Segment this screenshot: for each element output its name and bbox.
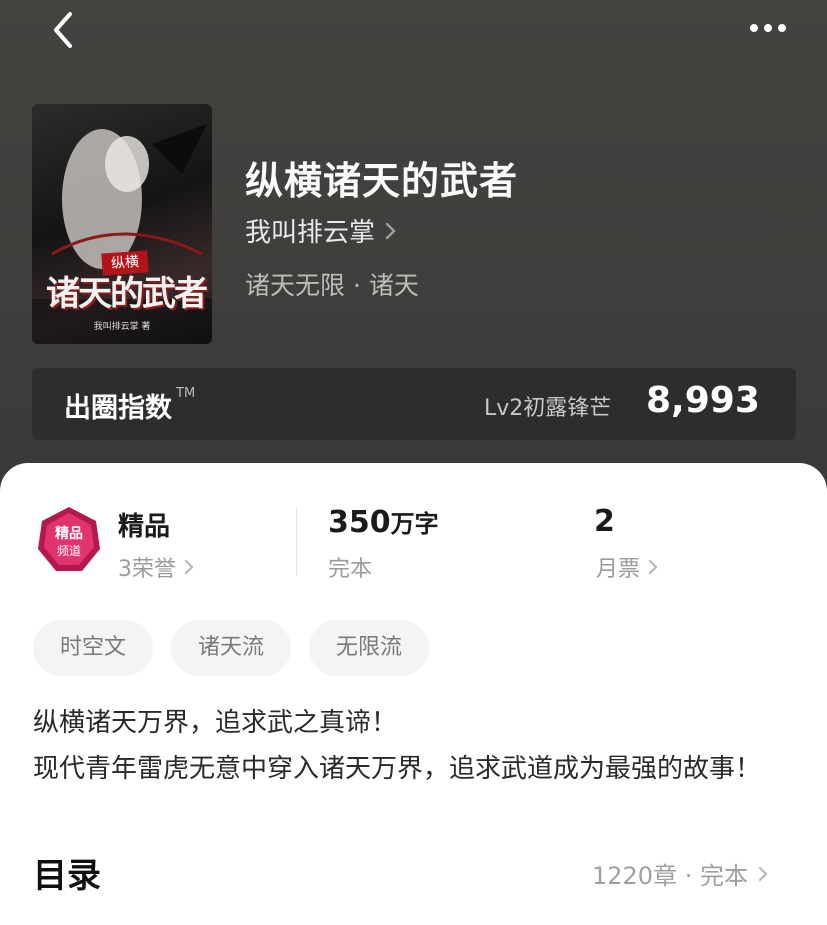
chevron-right-icon (648, 559, 658, 575)
back-button[interactable] (44, 8, 84, 52)
index-level: Lv2初露锋芒 (484, 396, 612, 421)
premium-badge-icon[interactable]: 精品 频道 (34, 505, 104, 575)
cover-title-art: 诸天的武者 (46, 274, 208, 314)
svg-text:频道: 频道 (57, 544, 81, 558)
more-dots-icon (750, 24, 786, 32)
tag-chip[interactable]: 诸天流 (171, 620, 291, 676)
word-count: 350万字 (328, 505, 439, 540)
word-count-unit: 万字 (390, 510, 439, 538)
chevron-left-icon (54, 12, 72, 48)
more-button[interactable] (744, 10, 792, 46)
stat-divider (296, 508, 297, 576)
honors-link[interactable]: 3荣誉 (118, 551, 194, 583)
completion-status: 完本 (328, 557, 373, 582)
chevron-right-icon (385, 222, 396, 239)
genre-label: 诸天无限 · 诸天 (245, 271, 419, 300)
chevron-right-icon (184, 559, 194, 575)
intro-line: 现代青年雷虎无意中穿入诸天万界，追求武道成为最强的故事！ (33, 754, 762, 784)
monthly-ticket-link[interactable]: 月票 (596, 551, 658, 583)
chevron-right-icon (745, 394, 757, 412)
chevron-right-icon (758, 866, 768, 881)
intro-line: 纵横诸天万界，追求武之真谛！ (33, 708, 398, 738)
cover-author-line: 我叫排云掌 著 (93, 322, 151, 332)
popularity-index-bar[interactable]: 出圈指数 TM Lv2初露锋芒 8,993 (32, 368, 796, 440)
index-score: 8,993 (646, 380, 760, 421)
tag-chip[interactable]: 无限流 (309, 620, 429, 676)
monthly-ticket-label: 月票 (596, 557, 641, 582)
tag-chip[interactable]: 时空文 (33, 620, 153, 676)
author-name: 我叫排云掌 (245, 218, 376, 248)
toc-title: 目录 (33, 856, 101, 896)
author-link[interactable]: 我叫排云掌 (245, 212, 397, 249)
toc-info: 1220章 · 完本 (592, 862, 748, 890)
honors-count: 3荣誉 (118, 557, 176, 582)
trademark-mark: TM (176, 386, 196, 401)
index-label: 出圈指数 TM (64, 386, 196, 424)
svg-text:精品: 精品 (55, 525, 83, 542)
book-cover[interactable]: 纵横 诸天的武者 我叫排云掌 著 (32, 104, 212, 344)
book-intro[interactable]: 纵横诸天万界，追求武之真谛！ 现代青年雷虎无意中穿入诸天万界，追求武道成为最强的… (33, 700, 803, 792)
monthly-ticket-count: 2 (594, 504, 615, 539)
toc-link[interactable]: 1220章 · 完本 (592, 856, 768, 891)
badge-title: 精品 (118, 512, 171, 542)
book-title: 纵横诸天的武者 (245, 158, 519, 203)
